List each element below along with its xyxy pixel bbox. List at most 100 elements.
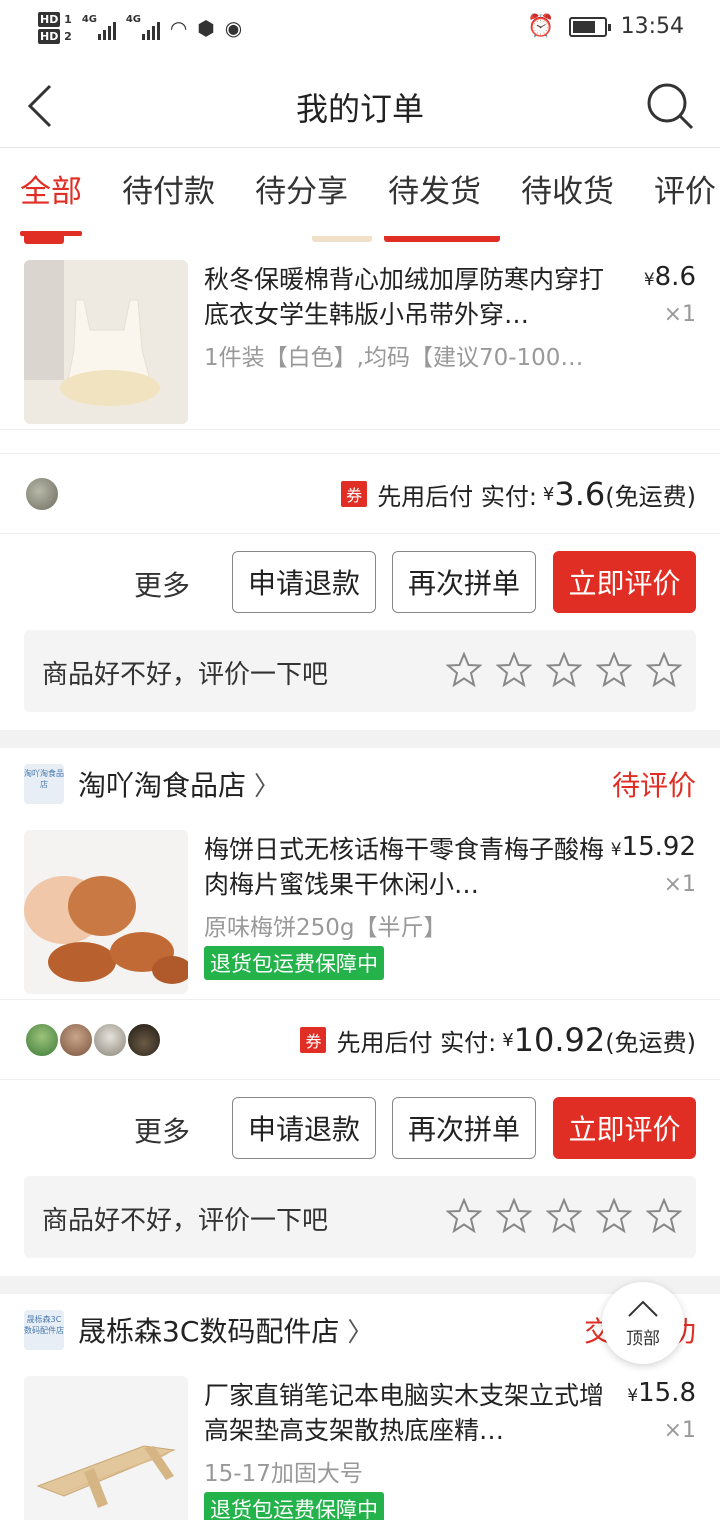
search-icon[interactable] xyxy=(646,82,694,130)
rating-prompt-text: 商品好不好，评价一下吧 xyxy=(42,1206,329,1236)
pay-later-label: 先用后付 xyxy=(377,482,474,511)
goods-thumbnail[interactable] xyxy=(24,830,188,994)
reorder-button[interactable]: 再次拼单 xyxy=(392,551,536,613)
order-tabs: 全部 待付款 待分享 待发货 待收货 评价 xyxy=(0,148,720,236)
shop-logo: 晟栎森3C数码配件店 xyxy=(24,1310,64,1350)
star-icon[interactable] xyxy=(646,1198,682,1234)
hd2-label: HD xyxy=(38,29,61,44)
buyer-avatars xyxy=(24,1022,162,1058)
rating-prompt: 商品好不好，评价一下吧 xyxy=(24,1176,696,1258)
paid-amount: 3.6 xyxy=(554,475,606,513)
payment-info: 券 先用后付 实付: ¥ 10.92 (免运费) xyxy=(300,1000,696,1080)
wifi-icon: ◠ xyxy=(169,16,188,40)
goods-price: ¥15.8 xyxy=(627,1378,696,1408)
avatar xyxy=(58,1022,94,1058)
goods-spec: 1件装【白色】,均码【建议70-100… xyxy=(204,345,584,371)
refund-button[interactable]: 申请退款 xyxy=(232,551,376,613)
star-icon[interactable] xyxy=(446,1198,482,1234)
tab-all[interactable]: 全部 xyxy=(0,148,102,236)
more-button[interactable]: 更多 xyxy=(134,1110,190,1150)
avatar xyxy=(24,476,60,512)
tab-pending-share[interactable]: 待分享 xyxy=(235,148,368,236)
goods-item[interactable]: 梅饼日式无核话梅干零食青梅子酸梅肉梅片蜜饯果干休闲小… 原味梅饼250g【半斤】… xyxy=(0,820,720,1000)
refund-button[interactable]: 申请退款 xyxy=(232,1097,376,1159)
paid-amount: 10.92 xyxy=(513,1021,606,1059)
tab-review[interactable]: 评价 xyxy=(634,148,720,236)
goods-item[interactable]: 厂家直销笔记本电脑实木支架立式增高架垫高支架散热底座精… 15-17加固大号 退… xyxy=(0,1366,720,1520)
star-icon[interactable] xyxy=(446,652,482,688)
clock-time: 13:54 xyxy=(620,14,684,39)
pay-later-label: 先用后付 xyxy=(336,1028,433,1057)
order-status: 待评价 xyxy=(611,769,696,802)
order-card: 淘吖淘食品店 淘吖淘食品店 〉 待评价 梅饼日式无核话梅干零食青梅子酸梅肉梅片蜜… xyxy=(0,748,720,1276)
price-value: 15.8 xyxy=(638,1378,696,1408)
coupon-badge: 券 xyxy=(341,481,368,507)
goods-title: 秋冬保暖棉背心加绒加厚防寒内穿打底衣女学生韩版小吊带外穿… xyxy=(204,265,605,329)
goods-spec: 原味梅饼250g【半斤】 xyxy=(204,915,447,941)
star-rating xyxy=(446,1198,682,1234)
star-icon[interactable] xyxy=(546,1198,582,1234)
star-icon[interactable] xyxy=(496,1198,532,1234)
net2-label: 4G xyxy=(125,14,141,25)
review-button[interactable]: 立即评价 xyxy=(553,551,696,613)
reorder-button[interactable]: 再次拼单 xyxy=(392,1097,536,1159)
shield-icon: ⬢ xyxy=(197,16,215,40)
goods-thumbnail[interactable] xyxy=(24,260,188,424)
payment-row: 券 先用后付 实付: ¥ 3.6 (免运费) xyxy=(0,454,720,534)
back-to-top-button[interactable]: 顶部 xyxy=(602,1282,684,1364)
paid-label: 实付: xyxy=(480,482,537,511)
avatar xyxy=(24,1022,60,1058)
chevron-up-icon xyxy=(628,1300,658,1317)
price-value: 8.6 xyxy=(654,262,696,292)
review-button[interactable]: 立即评价 xyxy=(553,1097,696,1159)
star-icon[interactable] xyxy=(546,652,582,688)
goods-thumbnail[interactable] xyxy=(24,1376,188,1520)
more-button[interactable]: 更多 xyxy=(134,564,190,604)
rating-prompt: 商品好不好，评价一下吧 xyxy=(24,630,696,712)
tab-pending-receipt[interactable]: 待收货 xyxy=(501,148,634,236)
buyer-avatars xyxy=(24,476,60,512)
goods-quantity: ×1 xyxy=(663,872,696,897)
chevron-right-icon: 〉 xyxy=(347,1317,374,1348)
order-card: 秋冬保暖棉背心加绒加厚防寒内穿打底衣女学生韩版小吊带外穿… 1件装【白色】,均码… xyxy=(0,236,720,730)
shop-row[interactable]: 淘吖淘食品店 淘吖淘食品店 〉 待评价 xyxy=(0,748,720,820)
alarm-icon: ⏰ xyxy=(527,14,555,39)
goods-quantity: ×1 xyxy=(663,302,696,327)
star-icon[interactable] xyxy=(646,652,682,688)
shipping-note: (免运费) xyxy=(605,482,696,511)
star-icon[interactable] xyxy=(596,1198,632,1234)
payment-row: 券 先用后付 实付: ¥ 10.92 (免运费) xyxy=(0,1000,720,1080)
back-to-top-label: 顶部 xyxy=(626,1329,660,1349)
chevron-right-icon: 〉 xyxy=(254,771,281,802)
price-symbol: ¥ xyxy=(643,270,655,290)
return-shipping-badge: 退货包运费保障中 xyxy=(204,946,384,980)
payment-info: 券 先用后付 实付: ¥ 3.6 (免运费) xyxy=(341,454,696,534)
avatar xyxy=(126,1022,162,1058)
goods-item[interactable]: 秋冬保暖棉背心加绒加厚防寒内穿打底衣女学生韩版小吊带外穿… 1件装【白色】,均码… xyxy=(0,250,720,430)
price-value: 15.92 xyxy=(621,832,696,862)
shop-name[interactable]: 淘吖淘食品店 xyxy=(78,764,246,804)
goods-price: ¥8.6 xyxy=(644,262,696,292)
signal-icon: 4G xyxy=(82,12,116,40)
hd1-label: HD xyxy=(38,12,61,27)
star-rating xyxy=(446,652,682,688)
goods-spec: 15-17加固大号 xyxy=(204,1461,363,1487)
price-symbol: ¥ xyxy=(610,840,622,860)
shop-logo: 淘吖淘食品店 xyxy=(24,764,64,804)
star-icon[interactable] xyxy=(496,652,532,688)
cut-off-shop-row xyxy=(0,236,720,250)
tab-pending-payment[interactable]: 待付款 xyxy=(102,148,235,236)
shop-name[interactable]: 晟栎森3C数码配件店 xyxy=(78,1310,339,1350)
currency-symbol: ¥ xyxy=(502,1029,514,1051)
battery-icon xyxy=(568,16,611,37)
tab-pending-shipment[interactable]: 待发货 xyxy=(368,148,501,236)
hd-indicator: HD 1 HD 2 xyxy=(38,12,72,44)
rating-prompt-text: 商品好不好，评价一下吧 xyxy=(42,660,329,690)
net1-label: 4G xyxy=(81,14,97,25)
order-actions: 更多 申请退款 再次拼单 立即评价 xyxy=(0,1080,720,1176)
avatar xyxy=(92,1022,128,1058)
goods-title: 厂家直销笔记本电脑实木支架立式增高架垫高支架散热底座精… xyxy=(204,1381,605,1445)
star-icon[interactable] xyxy=(596,652,632,688)
return-shipping-badge: 退货包运费保障中 xyxy=(204,1492,384,1520)
order-actions: 更多 申请退款 再次拼单 立即评价 xyxy=(0,534,720,630)
